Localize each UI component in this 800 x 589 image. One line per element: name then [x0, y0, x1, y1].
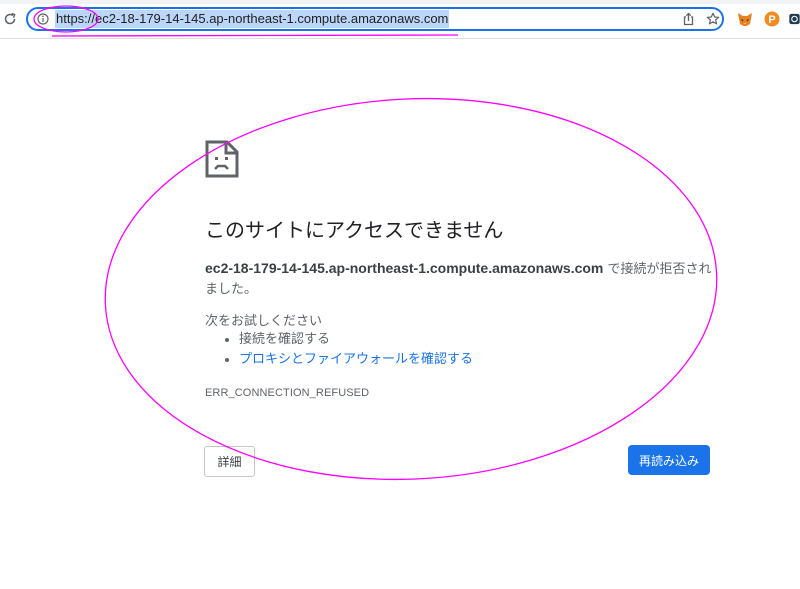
- tab-strip-edge: [0, 0, 800, 4]
- error-description: ec2-18-179-14-145.ap-northeast-1.compute…: [205, 258, 720, 300]
- reload-page-button[interactable]: 再読み込み: [628, 445, 710, 475]
- suggestion-label: 接続を確認する: [239, 332, 331, 347]
- extension-p-button[interactable]: P: [763, 10, 781, 28]
- suggestion-check-connection: 接続を確認する: [239, 330, 473, 350]
- svg-text:P: P: [768, 14, 775, 26]
- p-extension-icon: P: [764, 11, 780, 27]
- reload-icon: [4, 12, 16, 25]
- address-bar[interactable]: https://ec2-18-179-14-145.ap-northeast-1…: [26, 7, 724, 31]
- suggestions-heading: 次をお試しください: [205, 314, 323, 329]
- error-headline: このサイトにアクセスできません: [205, 218, 504, 242]
- suggestion-link[interactable]: プロキシとファイアウォールを確認する: [239, 352, 473, 367]
- extension-icon: [789, 13, 800, 25]
- metamask-fox-icon: [738, 12, 752, 26]
- share-icon: [683, 12, 693, 26]
- sad-page-icon: [205, 140, 239, 178]
- bookmark-button[interactable]: [704, 10, 722, 28]
- reload-button[interactable]: [0, 9, 20, 29]
- url-text[interactable]: https://ec2-18-179-14-145.ap-northeast-1…: [55, 10, 450, 28]
- error-host: ec2-18-179-14-145.ap-northeast-1.compute…: [205, 260, 604, 276]
- star-icon: [706, 12, 720, 25]
- browser-toolbar: https://ec2-18-179-14-145.ap-northeast-1…: [0, 0, 800, 39]
- share-button[interactable]: [679, 10, 697, 28]
- extension-button[interactable]: [789, 10, 800, 28]
- suggestion-check-proxy-firewall[interactable]: プロキシとファイアウォールを確認する: [239, 350, 473, 370]
- details-button[interactable]: 詳細: [204, 446, 255, 477]
- site-info-icon[interactable]: [36, 12, 50, 26]
- error-code: ERR_CONNECTION_REFUSED: [205, 387, 370, 399]
- suggestions-list: 接続を確認する プロキシとファイアウォールを確認する: [205, 330, 473, 370]
- extension-metamask-button[interactable]: [736, 10, 754, 28]
